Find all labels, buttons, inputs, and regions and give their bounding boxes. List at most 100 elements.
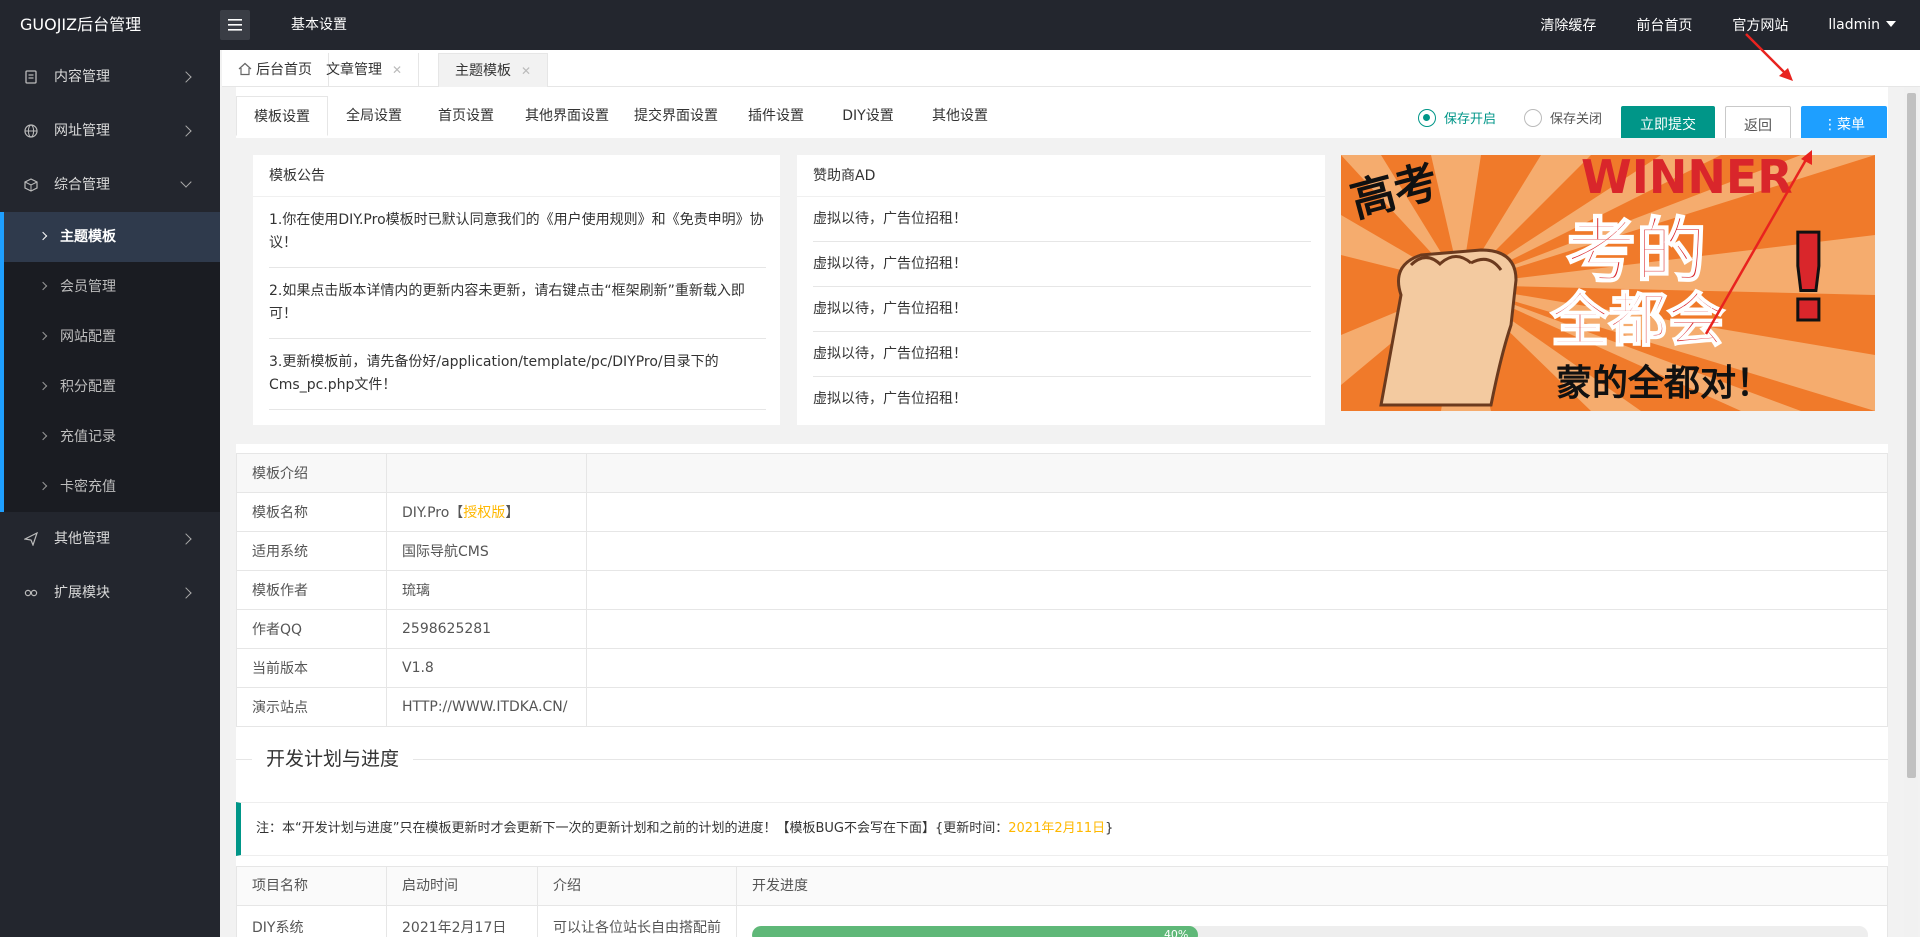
hamburger-icon xyxy=(228,19,242,31)
globe-icon xyxy=(24,124,38,138)
subtab-template-settings[interactable]: 模板设置 xyxy=(236,96,328,136)
table-row: 适用系统 国际导航CMS xyxy=(236,531,1888,571)
content-panel: 模板设置 全局设置 首页设置 其他界面设置 提交界面设置 插件设置 DIY设置 … xyxy=(236,87,1888,937)
banner-exclaim: ! xyxy=(1781,210,1836,349)
table-row: 当前版本 V1.8 xyxy=(236,648,1888,688)
notice-item: 1.你在使用DIY.Pro模板时已默认同意我们的《用户使用规则》和《免责申明》协… xyxy=(269,197,766,268)
table-row: 模板介绍 xyxy=(236,453,1888,493)
ad-slot[interactable]: 虚拟以待，广告位招租！ xyxy=(813,332,1311,377)
sidebar-item-label: 网址管理 xyxy=(54,123,110,139)
sidebar-subitem-site-config[interactable]: 网站配置 xyxy=(4,312,220,362)
table-cell xyxy=(586,687,1888,727)
sidebar-item-extensions[interactable]: 扩展模块 xyxy=(0,566,220,620)
sidebar-subitem-theme[interactable]: 主题模板 xyxy=(4,212,220,262)
sidebar-subitem-recharge-log[interactable]: 充值记录 xyxy=(4,412,220,462)
table-header-row: 项目名称 启动时间 介绍 开发进度 xyxy=(236,866,1888,906)
ad-slot[interactable]: 虚拟以待，广告位招租！ xyxy=(813,287,1311,332)
subtab-other-ui-settings[interactable]: 其他界面设置 xyxy=(512,96,622,136)
subtab-diy-settings[interactable]: DIY设置 xyxy=(822,96,914,136)
subtab-plugin-settings[interactable]: 插件设置 xyxy=(730,96,822,136)
demo-site-link[interactable]: HTTP://WWW.ITDKA.CN/ xyxy=(386,687,587,727)
banner-image[interactable]: WINNER 高考 考的 全都会 ! 蒙的全都对！ xyxy=(1341,155,1875,411)
close-icon[interactable]: ✕ xyxy=(392,63,402,77)
notice-item: 2.如果点击版本详情内的更新内容未更新，请右键点击“框架刷新”重新载入即可！ xyxy=(269,268,766,339)
template-name: DIY.Pro xyxy=(402,505,450,521)
ad-slot[interactable]: 虚拟以待，广告位招租！ xyxy=(813,242,1311,287)
subtab-other-settings[interactable]: 其他设置 xyxy=(914,96,1006,136)
user-menu[interactable]: lladmin xyxy=(1828,17,1896,33)
note-date: 2021年2月11日 xyxy=(1008,821,1106,836)
chevron-down-icon xyxy=(180,176,192,188)
template-info-table: 模板介绍 模板名称 DIY.Pro【授权版】 适用系统 国际导航CMS 模板作者琉… xyxy=(236,453,1888,727)
top-right-links: 清除缓存 前台首页 官方网站 lladmin xyxy=(1500,0,1896,50)
subtab-home-settings[interactable]: 首页设置 xyxy=(420,96,512,136)
table-header-cell: 介绍 xyxy=(537,866,737,906)
table-cell xyxy=(586,492,1888,532)
section-title: 开发计划与进度 xyxy=(252,747,414,771)
tab-article-management[interactable]: 文章管理 ✕ xyxy=(310,53,420,87)
project-intro: 可以让各位站长自由搭配前 xyxy=(537,905,737,937)
banner-line1: 考的 xyxy=(1566,210,1706,292)
table-value: V1.8 xyxy=(386,648,587,688)
tab-label: 主题模板 xyxy=(455,63,511,79)
note-text: 注：本“开发计划与进度”只在模板更新时才会更新下一次的更新计划和之前的计划的进度… xyxy=(256,821,1009,836)
scrollbar-thumb[interactable] xyxy=(1907,93,1916,778)
note-text-end: } xyxy=(1105,821,1114,836)
top-basic-settings-link[interactable]: 基本设置 xyxy=(291,0,347,50)
chevron-right-icon xyxy=(180,125,192,137)
save-off-radio[interactable]: 保存关闭 xyxy=(1524,108,1602,127)
sidebar-item-content[interactable]: 内容管理 xyxy=(0,50,220,104)
project-start: 2021年2月17日 xyxy=(386,905,538,937)
sidebar-item-label: 综合管理 xyxy=(54,177,110,193)
license-badge: 授权版 xyxy=(463,505,506,521)
top-bar: GUOJIZ后台管理 基本设置 清除缓存 前台首页 官方网站 lladmin xyxy=(0,0,1920,50)
subtab-submit-ui-settings[interactable]: 提交界面设置 xyxy=(622,96,730,136)
badge-bracket: 【 xyxy=(449,505,464,521)
sidebar-item-general[interactable]: 综合管理 xyxy=(0,158,220,212)
radio-label: 保存关闭 xyxy=(1550,112,1603,127)
sidebar-item-label: 内容管理 xyxy=(54,69,110,85)
sidebar-subitem-card-recharge[interactable]: 卡密充值 xyxy=(4,462,220,512)
table-value: 琉璃 xyxy=(386,570,587,610)
sidebar-subitem-members[interactable]: 会员管理 xyxy=(4,262,220,312)
ad-slot[interactable]: 虚拟以待，广告位招租！ xyxy=(813,377,1311,422)
table-label: 当前版本 xyxy=(236,648,387,688)
table-cell xyxy=(586,609,1888,649)
close-icon[interactable]: ✕ xyxy=(521,64,531,78)
table-cell xyxy=(586,453,1888,493)
dev-plan-table: 项目名称 启动时间 介绍 开发进度 DIY系统 2021年2月17日 可以让各位… xyxy=(236,866,1888,937)
table-label: 适用系统 xyxy=(236,531,387,571)
sidebar-submenu-general: 主题模板 会员管理 网站配置 积分配置 充值记录 卡密充值 xyxy=(0,212,220,512)
clear-cache-link[interactable]: 清除缓存 xyxy=(1540,15,1596,35)
banner-line2: 全都会 xyxy=(1550,286,1725,354)
table-cell xyxy=(586,531,1888,571)
table-row: 模板作者 琉璃 xyxy=(236,570,1888,610)
tab-theme-template[interactable]: 主题模板 ✕ xyxy=(438,53,549,87)
frontend-home-link[interactable]: 前台首页 xyxy=(1636,15,1692,35)
project-progress-cell: 40% xyxy=(736,905,1888,937)
official-site-link[interactable]: 官方网站 xyxy=(1732,15,1788,35)
ad-slot[interactable]: 虚拟以待，广告位招租！ xyxy=(813,197,1311,242)
chevron-right-icon xyxy=(180,587,192,599)
chevron-right-icon xyxy=(180,533,192,545)
sidebar-item-other[interactable]: 其他管理 xyxy=(0,512,220,566)
notice-item: 3.更新模板前，请先备份好/application/template/pc/DI… xyxy=(269,339,766,410)
table-header-cell: 启动时间 xyxy=(386,866,538,906)
tab-label: 文章管理 xyxy=(326,62,382,78)
dev-plan-heading: 开发计划与进度 xyxy=(236,747,1888,771)
sidebar-subitem-points[interactable]: 积分配置 xyxy=(4,362,220,412)
sidebar-item-urls[interactable]: 网址管理 xyxy=(0,104,220,158)
table-header-cell: 模板介绍 xyxy=(236,453,387,493)
divider xyxy=(236,759,1888,760)
dashboard-area: 模板公告 1.你在使用DIY.Pro模板时已默认同意我们的《用户使用规则》和《免… xyxy=(236,138,1888,444)
user-name: lladmin xyxy=(1828,17,1880,33)
banner-english: WINNER xyxy=(1581,155,1793,204)
table-cell xyxy=(386,453,587,493)
notice-card: 模板公告 1.你在使用DIY.Pro模板时已默认同意我们的《用户使用规则》和《免… xyxy=(253,155,780,425)
subtab-global-settings[interactable]: 全局设置 xyxy=(328,96,420,136)
badge-bracket: 】 xyxy=(505,505,520,521)
page-scrollbar[interactable] xyxy=(1904,87,1918,937)
home-icon xyxy=(238,62,252,76)
menu-toggle-button[interactable] xyxy=(220,10,250,40)
save-on-radio[interactable]: 保存开启 xyxy=(1418,108,1496,127)
